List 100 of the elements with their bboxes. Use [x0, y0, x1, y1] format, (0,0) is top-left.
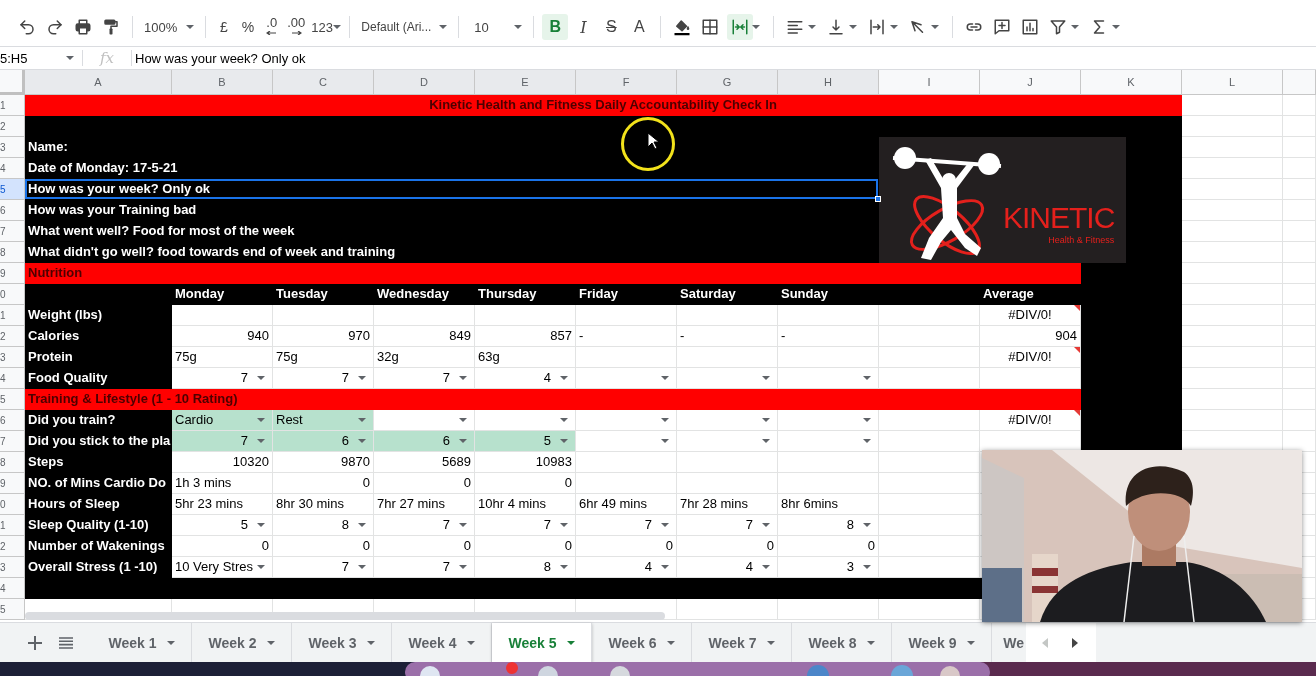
row-number[interactable]: 6	[0, 410, 25, 431]
dropdown-cell[interactable]: 4	[576, 557, 677, 578]
dropdown-cell[interactable]	[576, 431, 677, 452]
row-number[interactable]: 4	[0, 578, 25, 599]
name-box[interactable]: 5:H5	[0, 46, 82, 70]
row-number[interactable]: 0	[0, 494, 25, 515]
right-arrow-icon[interactable]	[1072, 637, 1078, 648]
row-number[interactable]: 5	[0, 599, 25, 620]
row-number[interactable]: 7	[0, 431, 25, 452]
dropdown-cell[interactable]: 7	[172, 431, 273, 452]
filter-icon[interactable]	[1049, 18, 1068, 36]
column-header[interactable]: B	[172, 70, 273, 95]
dropdown-cell[interactable]: 4	[677, 557, 778, 578]
row-number[interactable]: 1	[0, 515, 25, 536]
text-color-button[interactable]: A	[626, 14, 653, 40]
column-header[interactable]: G	[677, 70, 778, 95]
dropdown-cell[interactable]	[677, 410, 778, 431]
dropdown-cell[interactable]: 3	[778, 557, 879, 578]
dropdown-cell[interactable]	[576, 368, 677, 389]
column-header[interactable]: K	[1081, 70, 1182, 95]
row-number[interactable]: 8	[0, 452, 25, 473]
currency-button[interactable]: £	[213, 19, 235, 35]
dropdown-cell[interactable]	[677, 431, 778, 452]
text-wrap-icon[interactable]	[868, 18, 887, 36]
decrease-decimals-button[interactable]: .0	[261, 16, 283, 38]
dropdown-cell[interactable]: Cardio	[172, 410, 273, 431]
number-format-dropdown[interactable]: 123	[310, 15, 343, 39]
formula-field[interactable]: How was your week? Only ok	[132, 50, 1316, 66]
borders-icon[interactable]	[701, 18, 720, 36]
font-size-dropdown[interactable]: 10	[466, 15, 527, 39]
sheet-tab[interactable]: Week 5	[492, 622, 592, 663]
dropdown-cell[interactable]: 7	[273, 368, 374, 389]
dropdown-cell[interactable]: 6	[273, 431, 374, 452]
italic-button[interactable]: I	[570, 14, 597, 40]
dropdown-cell[interactable]: 7	[374, 368, 475, 389]
add-icon[interactable]	[28, 635, 42, 650]
row-number[interactable]: 1	[0, 95, 25, 116]
column-header[interactable]: C	[273, 70, 374, 95]
column-header[interactable]: D	[374, 70, 475, 95]
dropdown-cell[interactable]: 7	[374, 557, 475, 578]
strikethrough-button[interactable]: S	[598, 14, 625, 40]
row-number[interactable]: 2	[0, 326, 25, 347]
row-number[interactable]: 6	[0, 200, 25, 221]
dropdown-cell[interactable]: 8	[273, 515, 374, 536]
zoom-dropdown[interactable]: 100%	[140, 15, 198, 39]
row-number[interactable]: 3	[0, 347, 25, 368]
row-number[interactable]: 5	[0, 389, 25, 410]
paint-format-icon[interactable]	[102, 18, 120, 36]
row-number[interactable]: 2	[0, 536, 25, 557]
font-dropdown[interactable]: Default (Ari...	[357, 15, 452, 39]
row-number[interactable]: 2	[0, 116, 25, 137]
row-number[interactable]: 9	[0, 473, 25, 494]
bold-button[interactable]: B	[542, 14, 569, 40]
dropdown-cell[interactable]: 7	[374, 515, 475, 536]
row-number[interactable]: 3	[0, 137, 25, 158]
row-number[interactable]: 1	[0, 305, 25, 326]
dropdown-cell[interactable]	[778, 431, 879, 452]
dropdown-cell[interactable]: 8	[475, 557, 576, 578]
dropdown-cell[interactable]: 7	[576, 515, 677, 536]
increase-decimals-button[interactable]: .00	[282, 16, 311, 38]
dropdown-cell[interactable]	[677, 368, 778, 389]
dropdown-cell[interactable]	[475, 410, 576, 431]
dropdown-cell[interactable]: 5	[475, 431, 576, 452]
column-header[interactable]: J	[980, 70, 1081, 95]
dropdown-cell[interactable]: 7	[677, 515, 778, 536]
vertical-align-icon[interactable]	[827, 18, 846, 36]
redo-icon[interactable]	[46, 18, 64, 36]
row-number[interactable]: 8	[0, 242, 25, 263]
dropdown-cell[interactable]: 7	[273, 557, 374, 578]
column-header[interactable]: H	[778, 70, 879, 95]
dropdown-cell[interactable]	[576, 410, 677, 431]
dropdown-cell[interactable]: 10 Very Stres	[172, 557, 273, 578]
dropdown-cell[interactable]	[374, 410, 475, 431]
dropdown-cell[interactable]: 7	[475, 515, 576, 536]
row-number[interactable]: 9	[0, 263, 25, 284]
column-header[interactable]: L	[1182, 70, 1283, 95]
row-number[interactable]: 3	[0, 557, 25, 578]
dropdown-cell[interactable]: 4	[475, 368, 576, 389]
column-header[interactable]: I	[879, 70, 980, 95]
column-header[interactable]: E	[475, 70, 576, 95]
selection-handle[interactable]	[875, 196, 881, 202]
menu-icon[interactable]	[59, 636, 73, 649]
dropdown-cell[interactable]: Rest	[273, 410, 374, 431]
align-left-icon[interactable]	[786, 18, 805, 36]
row-number[interactable]: 4	[0, 368, 25, 389]
column-header[interactable]: A	[25, 70, 172, 95]
row-number[interactable]: 0	[0, 284, 25, 305]
comment-icon[interactable]	[993, 18, 1012, 36]
row-number[interactable]: 5	[0, 179, 25, 200]
dropdown-cell[interactable]: 7	[172, 368, 273, 389]
dropdown-cell[interactable]: 5	[172, 515, 273, 536]
dropdown-cell[interactable]	[778, 368, 879, 389]
chart-icon[interactable]	[1021, 18, 1040, 36]
percent-button[interactable]: %	[234, 19, 262, 35]
scrollbar-thumb[interactable]	[25, 612, 665, 620]
dropdown-cell[interactable]: 6	[374, 431, 475, 452]
row-number[interactable]: 7	[0, 221, 25, 242]
sheet-tab[interactable]: We	[992, 622, 1026, 663]
print-icon[interactable]	[74, 18, 92, 36]
fill-color-icon[interactable]	[673, 18, 692, 36]
